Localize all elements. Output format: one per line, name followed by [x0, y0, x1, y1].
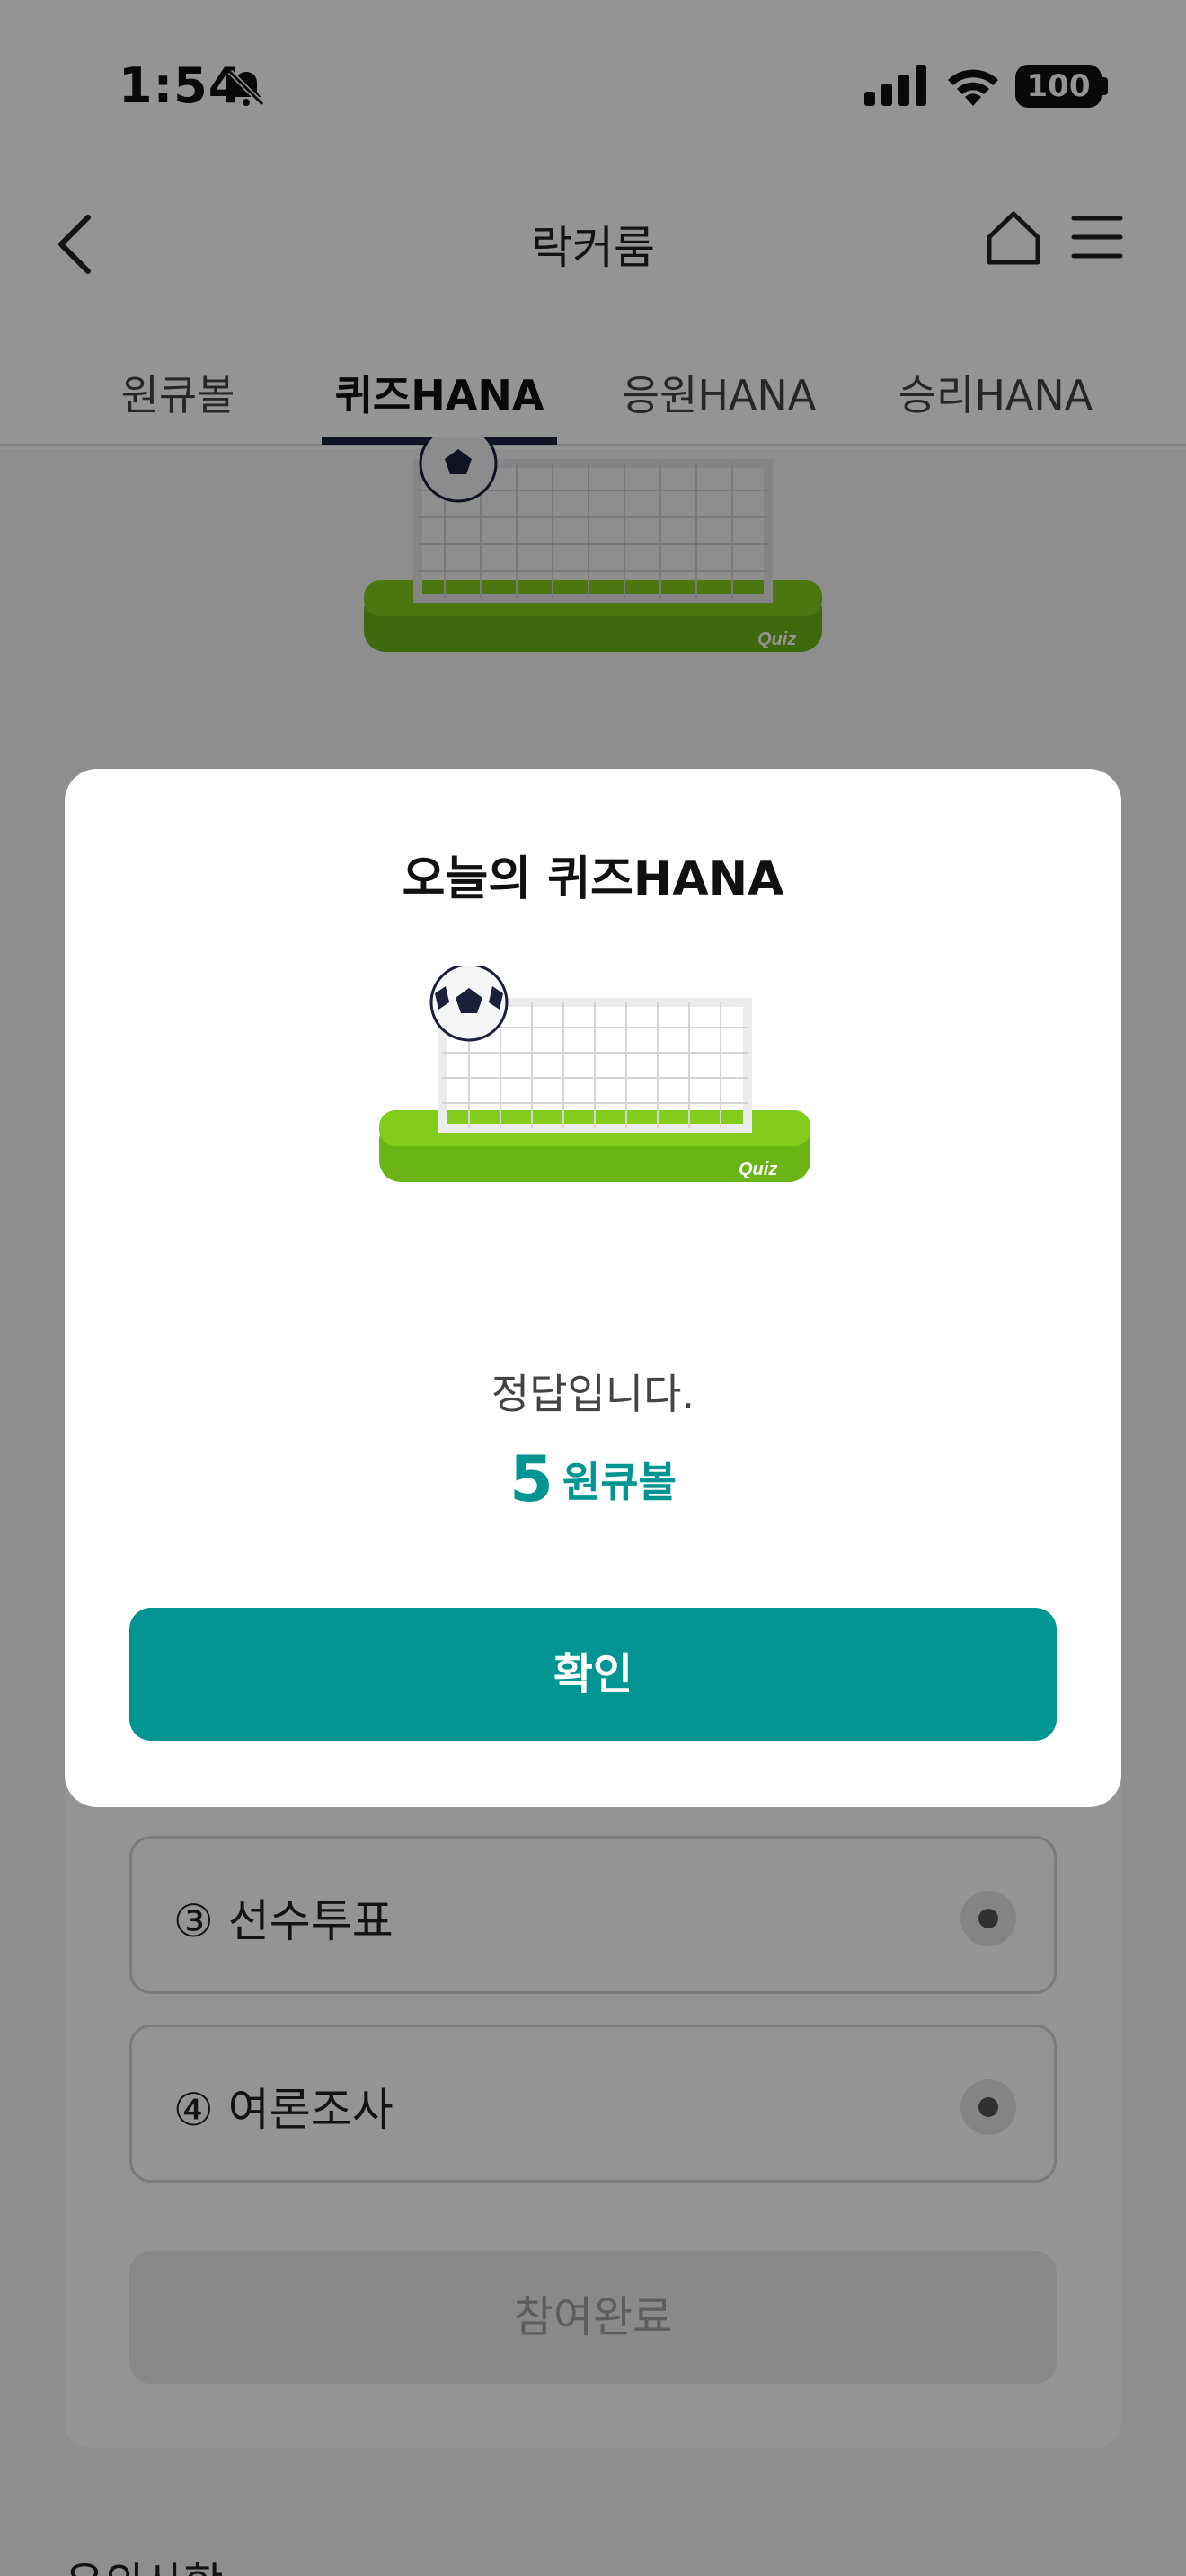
- reward-amount: 5 원큐볼: [65, 1442, 1121, 1516]
- reward-number: 5: [509, 1442, 553, 1516]
- result-message: 정답입니다.: [491, 1370, 695, 1418]
- confirm-button[interactable]: 확인: [129, 1608, 1057, 1741]
- modal-title: 오늘의 퀴즈HANA: [402, 852, 784, 906]
- quiz-result-modal: 오늘의 퀴즈HANA Quiz 정답입니다. 5 원큐볼 확인: [65, 769, 1121, 1807]
- quiz-badge: Quiz: [739, 1160, 777, 1179]
- soccer-goal-illustration: Quiz: [379, 966, 810, 1182]
- reward-unit: 원큐볼: [562, 1458, 677, 1506]
